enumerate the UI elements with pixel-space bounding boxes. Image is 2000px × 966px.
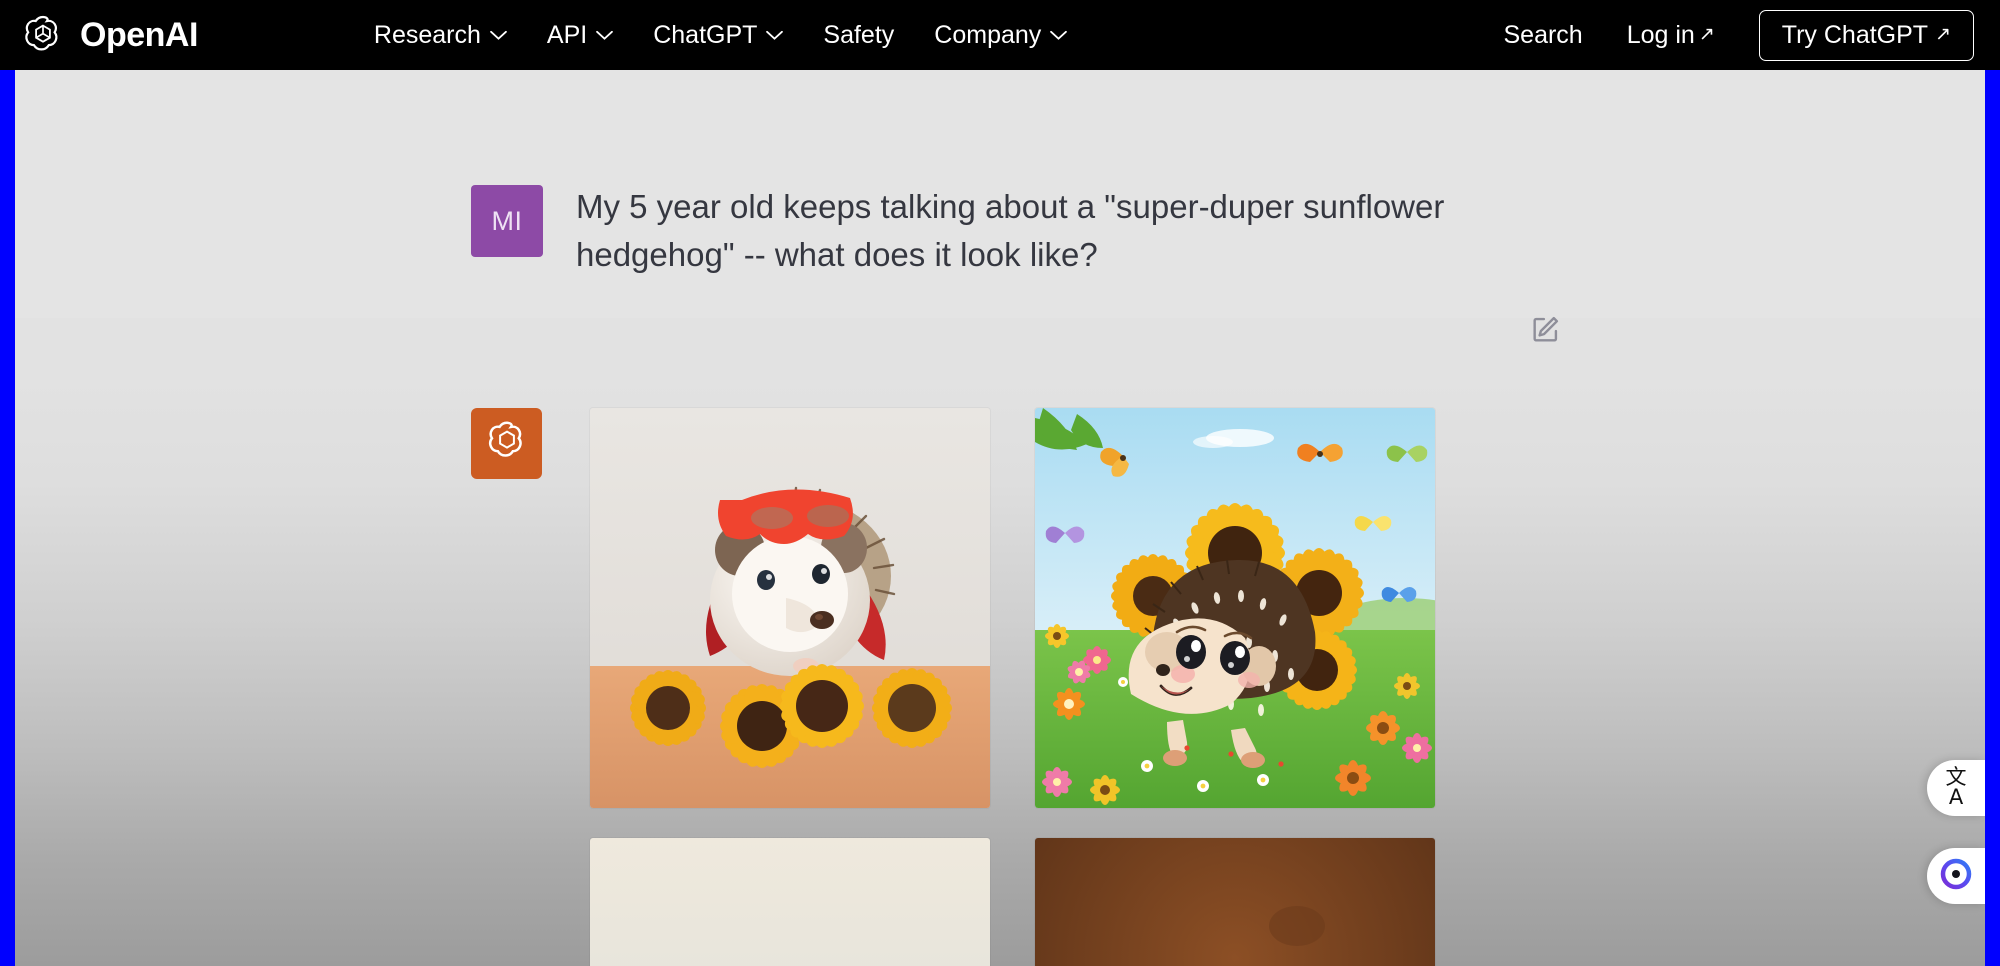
login-label: Log in (1626, 20, 1695, 49)
user-message-turn: MI My 5 year old keeps talking about a "… (15, 70, 1985, 342)
brand-wordmark: OpenAI (80, 16, 198, 54)
nav-label-research: Research (373, 20, 481, 49)
nav-item-research[interactable]: Research (373, 20, 507, 49)
arrow-up-right-icon: ↗ (1698, 23, 1715, 45)
generated-image-grid (590, 408, 1435, 966)
nav-item-company[interactable]: Company (934, 20, 1068, 49)
openai-logo-icon (20, 12, 66, 58)
translate-widget[interactable]: 文A (1927, 760, 1985, 816)
chevron-down-icon (766, 30, 784, 41)
viewport-border-right (1985, 70, 2000, 966)
generated-image-1[interactable] (590, 408, 990, 808)
chevron-down-icon (1050, 30, 1068, 41)
generated-image-2[interactable] (1035, 408, 1435, 808)
nav-label-company: Company (934, 20, 1042, 49)
avatar-user: MI (471, 185, 543, 257)
generated-image-4[interactable] (1035, 838, 1435, 966)
page-content: MI My 5 year old keeps talking about a "… (0, 70, 2000, 966)
avatar-initials: MI (491, 205, 523, 236)
cta-label: Try ChatGPT (1781, 20, 1929, 49)
arrow-up-right-icon: ↗ (1935, 23, 1951, 45)
nav-item-chatgpt[interactable]: ChatGPT (653, 20, 784, 49)
brand-home-link[interactable]: OpenAI (20, 12, 198, 58)
viewport-border-left (0, 70, 15, 966)
nav-label-safety: Safety (823, 20, 895, 49)
avatar-assistant (471, 408, 542, 479)
top-navigation-bar: OpenAI Research API ChatGPT Safety Compa… (0, 0, 2000, 70)
nav-item-api[interactable]: API (546, 20, 614, 49)
nav-label-api: API (546, 20, 588, 49)
openai-logo-icon (483, 417, 531, 470)
user-message-text: My 5 year old keeps talking about a "sup… (576, 188, 1445, 274)
nav-label-chatgpt: ChatGPT (653, 20, 758, 49)
generated-image-3[interactable] (590, 838, 990, 966)
translate-icon: 文A (1945, 765, 1967, 809)
assistant-orb-widget[interactable] (1927, 848, 1985, 904)
nav-actions: Search Log in ↗ Try ChatGPT ↗ (1503, 9, 1974, 61)
primary-nav: Research API ChatGPT Safety Company (373, 20, 1068, 49)
chevron-down-icon (490, 30, 507, 41)
assistant-message-turn (15, 318, 1985, 966)
login-link[interactable]: Log in ↗ (1626, 20, 1715, 49)
gradient-ring-icon (1938, 856, 1974, 897)
try-chatgpt-button[interactable]: Try ChatGPT ↗ (1758, 9, 1974, 61)
chevron-down-icon (596, 30, 614, 41)
nav-item-safety[interactable]: Safety (823, 20, 895, 49)
search-button[interactable]: Search (1503, 20, 1583, 49)
search-label: Search (1503, 20, 1583, 49)
